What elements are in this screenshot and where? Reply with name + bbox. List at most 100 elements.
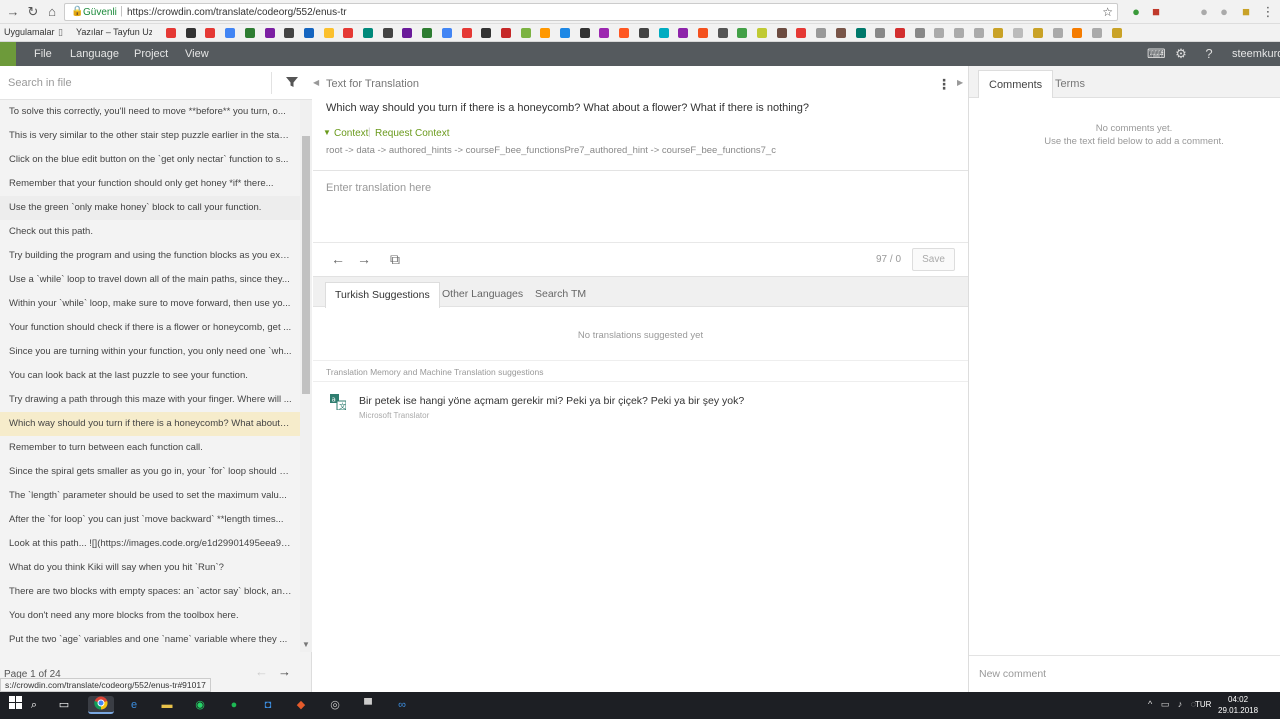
bookmark-icon[interactable] <box>816 28 827 38</box>
spotify-icon[interactable]: ● <box>224 696 244 714</box>
arrow-right-icon[interactable]: → <box>357 251 371 267</box>
string-list-item[interactable]: You can look back at the last puzzle to … <box>0 364 300 388</box>
save-button[interactable]: Save <box>912 248 955 271</box>
string-list-item[interactable]: There are two blocks with empty spaces: … <box>0 580 300 604</box>
string-list-item[interactable]: Use a `while` loop to travel down all of… <box>0 268 300 292</box>
bookmark-icon[interactable] <box>894 28 905 38</box>
bookmark-icon[interactable] <box>579 28 590 38</box>
keyboard-icon[interactable]: ⌨ <box>1147 47 1166 61</box>
string-list-item[interactable]: Look at this path... ![](https://images.… <box>0 532 300 556</box>
bookmark-icon[interactable] <box>284 28 295 38</box>
bookmark-icon[interactable] <box>737 28 748 38</box>
bookmark-icon[interactable] <box>382 28 393 38</box>
bookmark-icon[interactable] <box>697 28 708 38</box>
collapse-right-icon[interactable]: ▶ <box>957 78 963 87</box>
search-icon[interactable]: ⌕ <box>24 696 44 714</box>
copy-source-icon[interactable]: ⧉ <box>390 251 400 268</box>
help-icon[interactable]: ? <box>1202 47 1216 61</box>
bookmark-icon[interactable] <box>363 28 373 38</box>
new-comment-input[interactable]: New comment <box>969 655 1280 692</box>
mt-suggestion[interactable]: Bir petek ise hangi yöne açmam gerekir m… <box>359 395 744 407</box>
system-tray[interactable]: ^ ▭ ♪ ◌ <box>1148 699 1199 710</box>
edge-icon[interactable]: e <box>124 696 144 714</box>
bookmark-apps[interactable]: Uygulamalar <box>4 27 55 37</box>
collapse-left-icon[interactable]: ◀ <box>313 78 319 87</box>
bookmark-icon[interactable] <box>1052 28 1063 38</box>
bookmark-icon[interactable] <box>540 28 551 38</box>
menu-view[interactable]: View <box>185 48 209 60</box>
string-list-item[interactable]: What do you think Kiki will say when you… <box>0 556 300 580</box>
string-list-item[interactable]: You don't need any more blocks from the … <box>0 604 300 628</box>
bookmark-icon[interactable] <box>166 28 176 38</box>
string-list-item[interactable]: Click on the blue edit button on the `ge… <box>0 148 300 172</box>
tab-search-tm[interactable]: Search TM <box>526 282 595 308</box>
bookmark-icon[interactable] <box>619 28 630 38</box>
bookmark-icon[interactable] <box>993 28 1004 38</box>
bookmark-icon[interactable] <box>1072 28 1083 38</box>
string-list-item[interactable]: This is very similar to the other stair … <box>0 124 300 148</box>
steam-icon[interactable]: ◎ <box>325 696 345 714</box>
bookmark-icon[interactable] <box>1032 28 1043 38</box>
bookmark-icon[interactable] <box>914 28 925 38</box>
filter-icon[interactable] <box>285 75 299 92</box>
bookmark-icon[interactable] <box>717 28 728 38</box>
request-context-link[interactable]: Request Context <box>375 128 450 139</box>
menu-project[interactable]: Project <box>134 48 168 60</box>
arrow-left-icon[interactable]: ← <box>331 251 345 267</box>
back-arrow-icon[interactable]: → <box>5 4 21 20</box>
language-indicator[interactable]: TUR <box>1195 700 1211 709</box>
bookmark-icon[interactable] <box>757 28 767 38</box>
app-icon[interactable]: ▀ <box>358 696 378 714</box>
app-icon[interactable]: ◆ <box>291 696 311 714</box>
string-list-item[interactable]: Within your `while` loop, make sure to m… <box>0 292 300 316</box>
bookmark-icon[interactable] <box>776 28 787 38</box>
scroll-down-icon[interactable]: ▼ <box>302 640 310 650</box>
bookmark-icon[interactable] <box>441 28 452 38</box>
bookmark-icon[interactable] <box>954 28 964 38</box>
string-list-item[interactable]: The `length` parameter should be used to… <box>0 484 300 508</box>
translation-input[interactable]: Enter translation here <box>326 182 431 194</box>
more-options-icon[interactable]: ⋮ <box>937 76 951 93</box>
string-list-item[interactable]: Use the green `only make honey` block to… <box>0 196 300 220</box>
home-icon[interactable]: ⌂ <box>44 4 60 20</box>
app-icon[interactable]: ∞ <box>392 696 412 714</box>
bookmark-icon[interactable] <box>481 28 492 38</box>
bookmark-icon[interactable] <box>422 28 433 38</box>
bookmark-icon[interactable] <box>638 28 649 38</box>
extension-icon[interactable]: ● <box>1216 4 1232 20</box>
bookmark-icon[interactable] <box>934 28 945 38</box>
string-list-item[interactable]: Put the two `age` variables and one `nam… <box>0 628 300 652</box>
clock[interactable]: 04:02 29.01.2018 <box>1218 694 1258 716</box>
string-list-item[interactable]: Check out this path. <box>0 220 300 244</box>
tab-turkish-suggestions[interactable]: Turkish Suggestions <box>325 282 440 308</box>
string-list-item[interactable]: Remember that your function should only … <box>0 172 300 196</box>
url-text[interactable]: https://crowdin.com/translate/codeorg/55… <box>127 7 347 18</box>
bookmark-icon[interactable] <box>1013 28 1024 38</box>
bookmark-icon[interactable] <box>343 28 354 38</box>
bookmark-icon[interactable] <box>185 28 196 38</box>
extension-icon[interactable]: ● <box>1196 4 1212 20</box>
bookmark-icon[interactable] <box>1091 28 1102 38</box>
next-page-icon[interactable]: → <box>278 664 291 679</box>
outlook-icon[interactable]: ◘ <box>258 696 278 714</box>
reload-icon[interactable]: ↻ <box>25 4 41 20</box>
prev-page-icon[interactable]: ← <box>255 664 268 679</box>
bookmark-icon[interactable] <box>244 28 255 38</box>
string-list-item[interactable]: Since the spiral gets smaller as you go … <box>0 460 300 484</box>
menu-icon[interactable]: ⋮ <box>1260 4 1276 20</box>
string-list-item[interactable]: Your function should check if there is a… <box>0 316 300 340</box>
bookmark-icon[interactable] <box>855 28 866 38</box>
context-link[interactable]: Context <box>334 128 368 139</box>
bookmark-icon[interactable] <box>973 28 984 38</box>
star-icon[interactable]: ☆ <box>1102 5 1113 19</box>
tab-terms[interactable]: Terms <box>1045 70 1095 98</box>
gear-icon[interactable]: ⚙ <box>1174 47 1188 61</box>
whatsapp-icon[interactable]: ◉ <box>190 696 210 714</box>
tab-other-languages[interactable]: Other Languages <box>433 282 532 308</box>
string-list-item[interactable]: After the `for loop` you can just `move … <box>0 508 300 532</box>
bookmark-icon[interactable] <box>264 28 275 38</box>
extension-icon[interactable]: ■ <box>1148 4 1164 20</box>
string-list-item[interactable]: Since you are turning within your functi… <box>0 340 300 364</box>
bookmark-icon[interactable] <box>500 28 511 38</box>
bookmark-icon[interactable] <box>402 28 413 38</box>
